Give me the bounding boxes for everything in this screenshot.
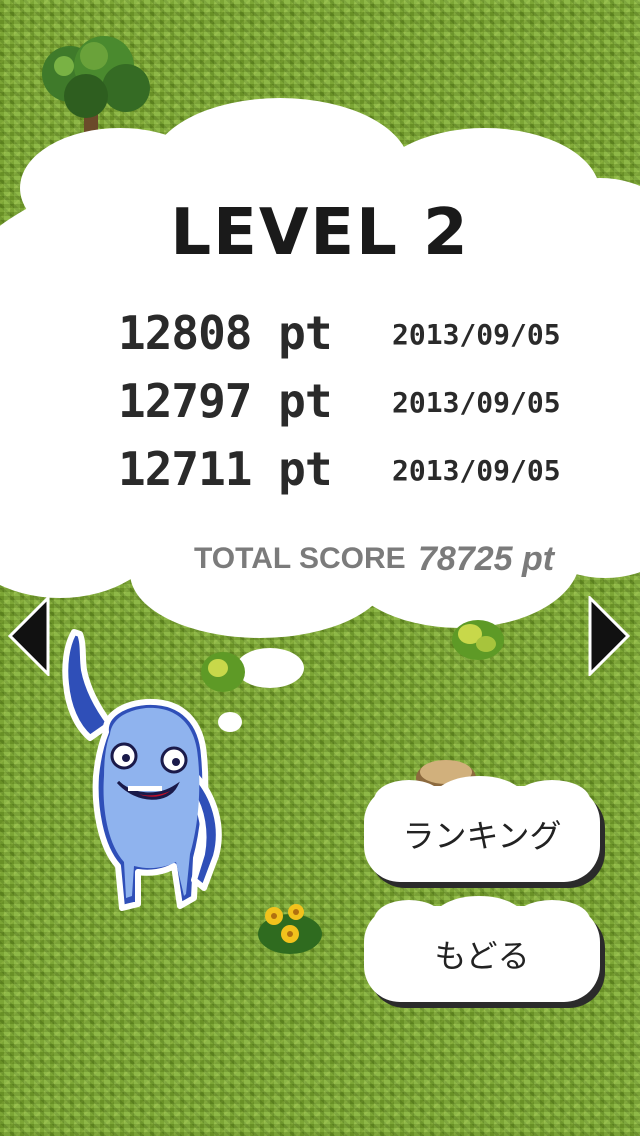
score-row: 12797 pt 2013/09/05	[118, 374, 588, 434]
flower-decoration	[258, 904, 322, 954]
score-value: 12808 pt	[118, 306, 333, 360]
score-date: 2013/09/05	[392, 386, 561, 419]
total-score-value: 78725 pt	[418, 540, 555, 578]
ranking-button[interactable]: ランキング	[364, 776, 600, 882]
triangle-right-icon	[588, 594, 631, 678]
level-title: LEVEL 2	[170, 196, 470, 270]
score-date: 2013/09/05	[392, 454, 561, 487]
score-date: 2013/09/05	[392, 318, 561, 351]
bush-decoration	[452, 620, 504, 660]
back-button-label: もどる	[434, 937, 530, 975]
blue-monster-character	[62, 629, 222, 911]
score-value: 12711 pt	[118, 442, 333, 496]
ranking-button-label: ランキング	[402, 817, 562, 855]
score-row: 12808 pt 2013/09/05	[118, 306, 588, 366]
total-score-label: TOTAL SCORE	[194, 542, 406, 575]
back-button[interactable]: もどる	[364, 896, 600, 1002]
score-value: 12797 pt	[118, 374, 333, 428]
next-level-button[interactable]	[586, 594, 631, 678]
score-row: 12711 pt 2013/09/05	[118, 442, 588, 502]
